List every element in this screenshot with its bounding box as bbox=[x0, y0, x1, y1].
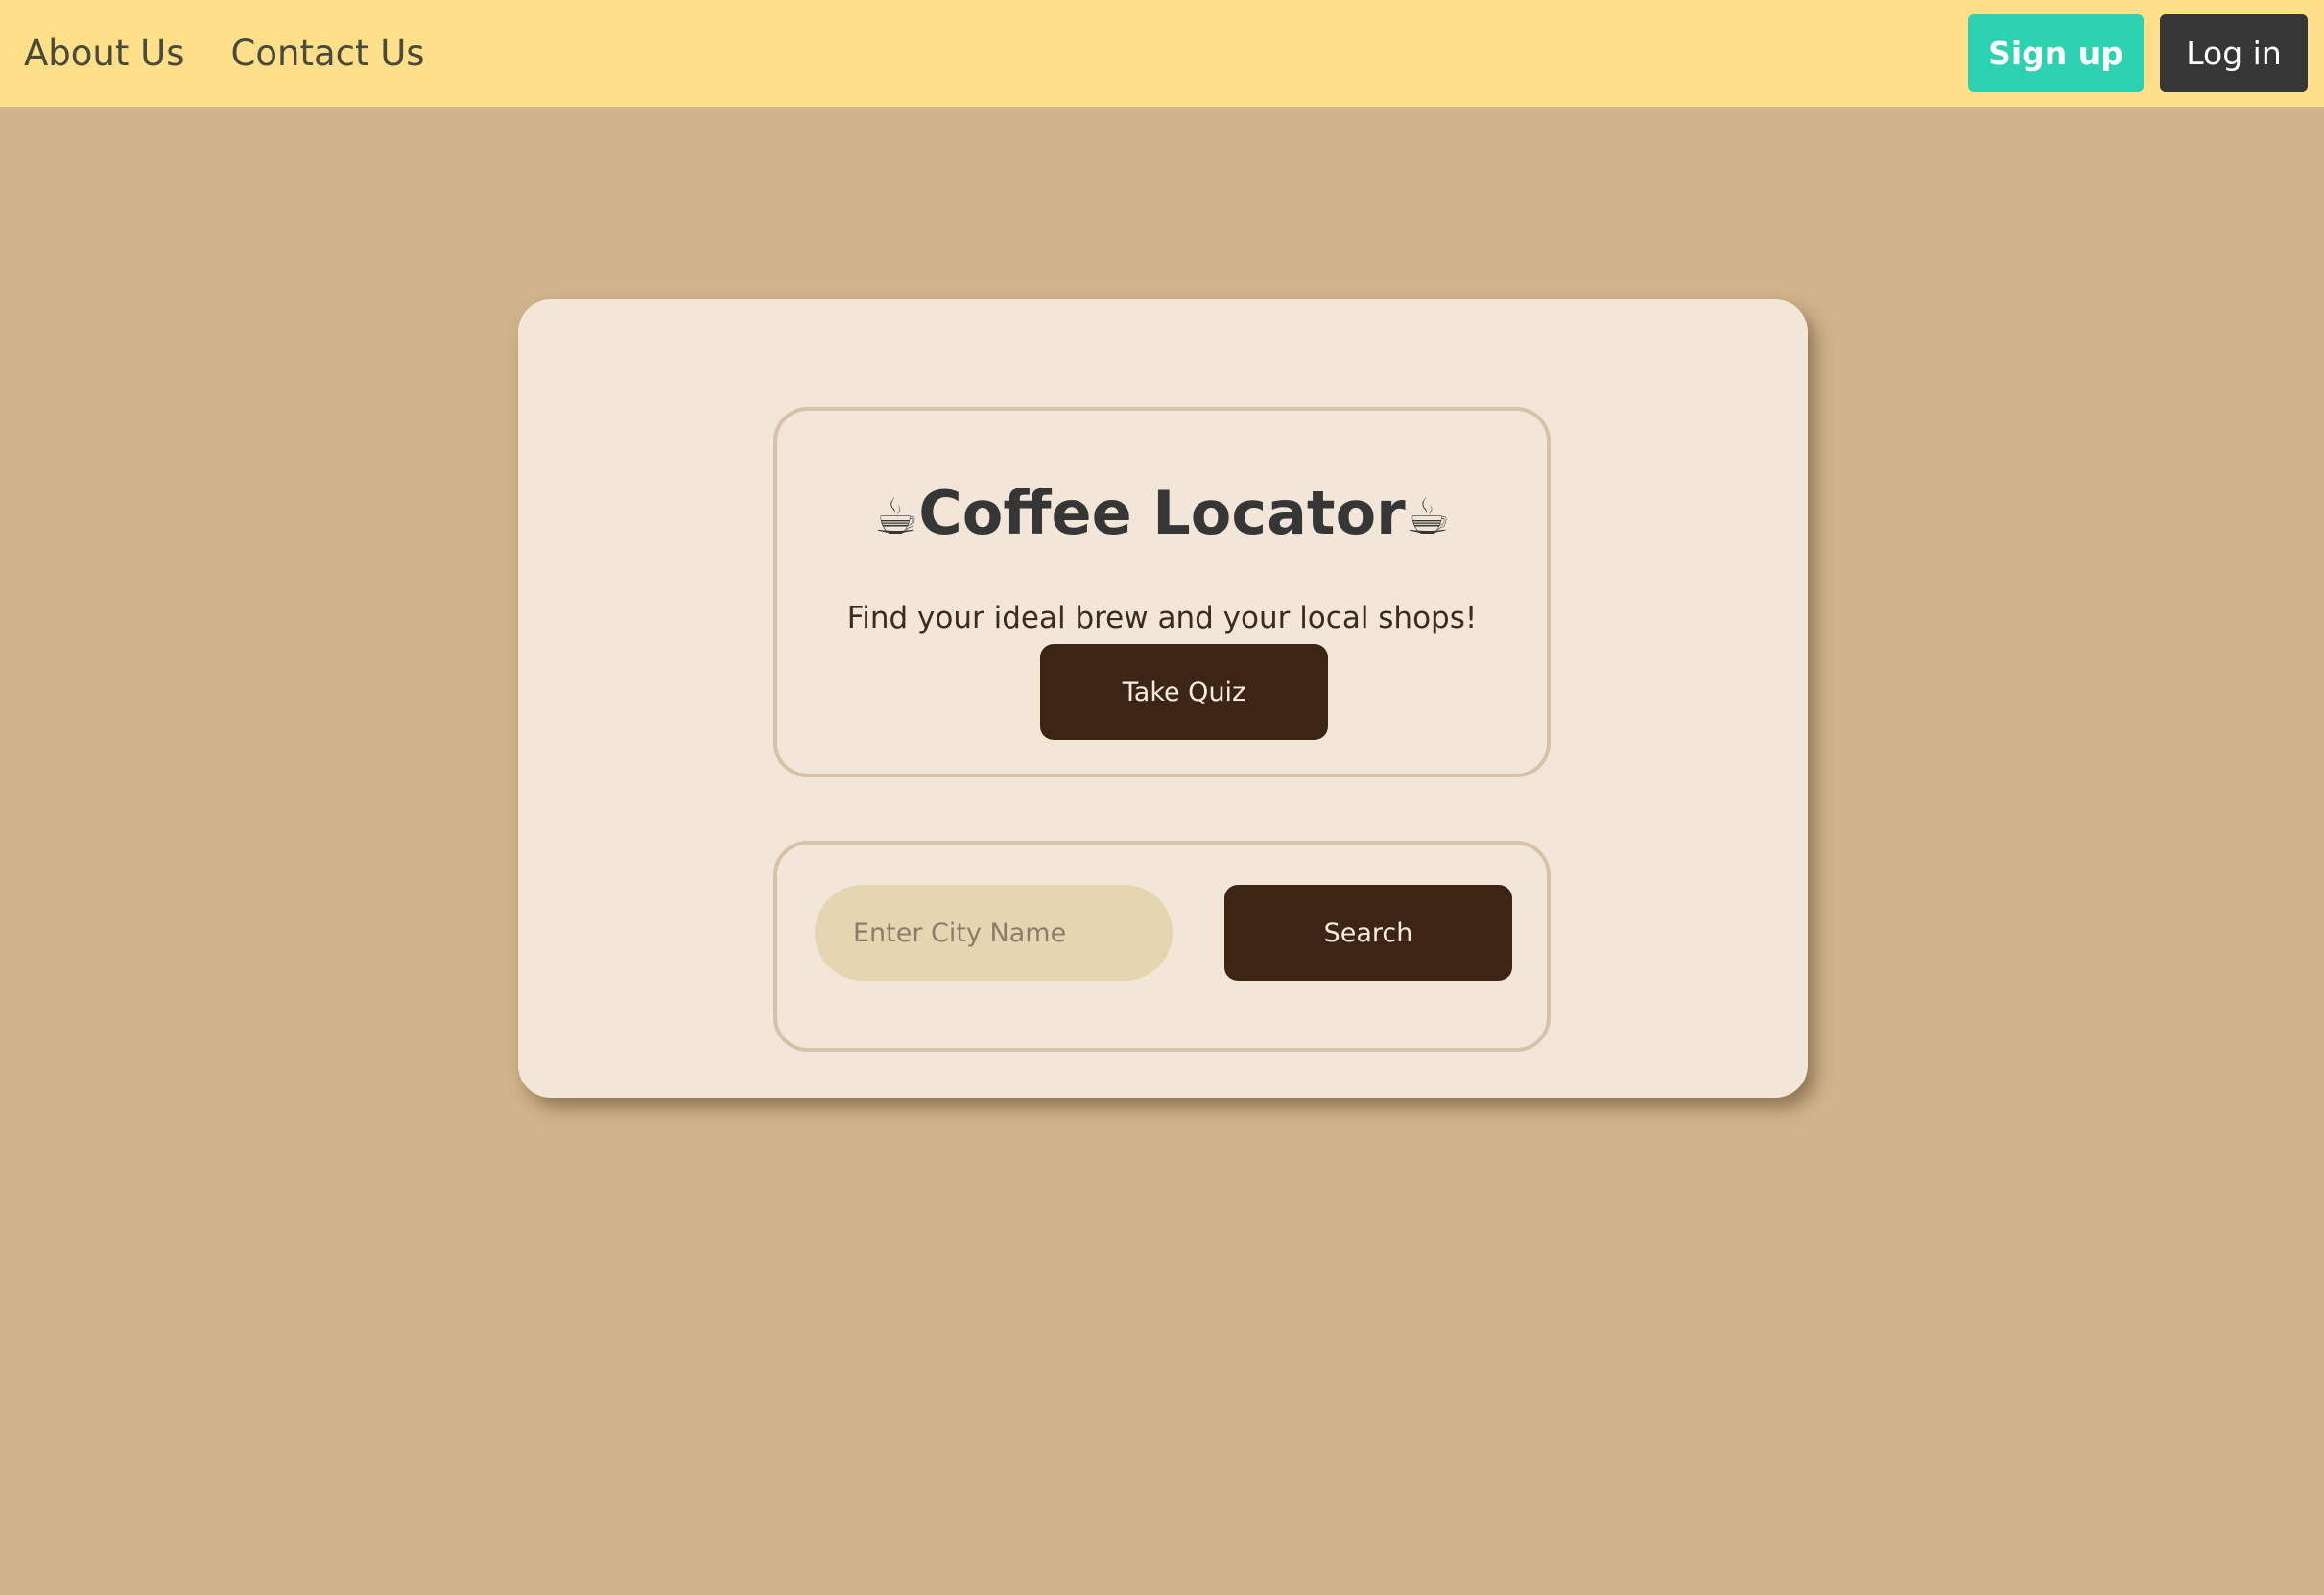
main-card: ☕Coffee Locator☕ Find your ideal brew an… bbox=[518, 299, 1808, 1098]
search-button[interactable]: Search bbox=[1224, 885, 1512, 981]
city-search-input[interactable] bbox=[815, 885, 1173, 981]
auth-buttons: Sign up Log in bbox=[1968, 14, 2308, 92]
log-in-button[interactable]: Log in bbox=[2160, 14, 2308, 92]
take-quiz-button[interactable]: Take Quiz bbox=[1040, 644, 1328, 740]
sign-up-button[interactable]: Sign up bbox=[1968, 14, 2144, 92]
title-text: Coffee Locator bbox=[918, 478, 1406, 548]
coffee-cup-icon: ☕ bbox=[1405, 488, 1451, 546]
contact-us-link[interactable]: Contact Us bbox=[231, 33, 425, 74]
about-us-link[interactable]: About Us bbox=[24, 33, 185, 74]
top-navbar: About Us Contact Us Sign up Log in bbox=[0, 0, 2324, 107]
page-title: ☕Coffee Locator☕ bbox=[777, 478, 1547, 548]
hero-panel: ☕Coffee Locator☕ Find your ideal brew an… bbox=[773, 407, 1551, 777]
coffee-cup-icon: ☕ bbox=[873, 488, 919, 546]
tagline: Find your ideal brew and your local shop… bbox=[846, 601, 1478, 635]
nav-links: About Us Contact Us bbox=[24, 33, 425, 74]
search-panel: Search bbox=[773, 841, 1551, 1052]
